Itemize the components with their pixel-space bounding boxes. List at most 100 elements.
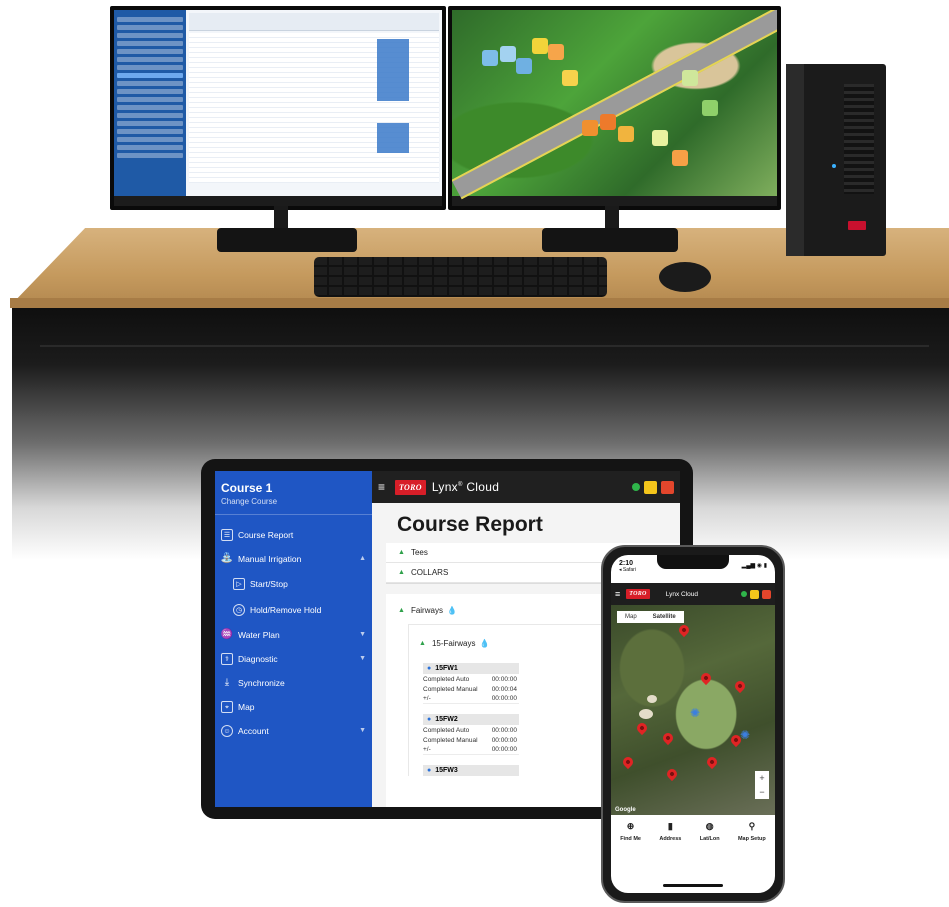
book-icon: ▮ xyxy=(667,821,673,831)
sidebar-item-diagnostic[interactable]: ⚕ Diagnostic ▼ xyxy=(215,647,372,671)
water-drop-icon: 💧 xyxy=(479,638,490,648)
page-title: Course Report xyxy=(397,513,543,536)
stat-row: Completed Auto 00:00:00 xyxy=(423,675,517,683)
sprinkler-pin[interactable] xyxy=(676,622,692,638)
satellite-map[interactable]: Map Satellite ✺ ✺ + − Google xyxy=(611,605,775,815)
zoom-out-button[interactable]: − xyxy=(755,785,769,799)
sprinkler-pin[interactable] xyxy=(660,730,676,746)
tab-satellite[interactable]: Satellite xyxy=(645,611,684,623)
station-card[interactable]: ● 15FW2 Completed Auto 00:00:00 Completed… xyxy=(423,714,519,755)
home-indicator xyxy=(663,884,723,887)
sub-area-label: 15-Fairways xyxy=(431,638,476,648)
hamburger-menu-icon[interactable]: ≡ xyxy=(615,589,620,599)
stat-row: +/- 00:00:00 xyxy=(423,695,519,704)
sidebar-item-label: Diagnostic xyxy=(238,654,278,664)
warning-status-icon[interactable] xyxy=(644,480,657,494)
user-icon: ☺ xyxy=(221,725,233,737)
left-monitor-stand xyxy=(217,228,357,252)
sprinkler-running-icon[interactable]: ✺ xyxy=(689,707,701,719)
connection-status-icon[interactable] xyxy=(741,591,747,597)
stat-row: +/- 00:00:00 xyxy=(423,746,519,755)
address-button[interactable]: ▮ Address xyxy=(659,821,681,842)
left-monitor xyxy=(110,6,446,210)
sprinkler-pin[interactable] xyxy=(698,670,714,686)
hamburger-menu-icon[interactable]: ≡ xyxy=(378,480,385,494)
desk-edge xyxy=(10,298,949,308)
course-map xyxy=(452,10,777,200)
expand-icon: ▲ xyxy=(398,606,405,614)
water-plan-icon: ♒ xyxy=(220,629,234,640)
globe-icon: ◍ xyxy=(705,821,714,831)
hand-stop-icon[interactable] xyxy=(762,589,771,599)
play-icon: ▷ xyxy=(233,578,245,590)
keyboard xyxy=(314,257,607,297)
course-selector[interactable]: Course 1 Change Course xyxy=(215,471,372,506)
sidebar-item-start-stop[interactable]: ▷ Start/Stop xyxy=(215,571,372,597)
sprinkler-running-icon[interactable]: ✺ xyxy=(739,729,751,741)
station-table xyxy=(189,33,439,183)
tab-map[interactable]: Map xyxy=(617,611,645,623)
map-credit: Google xyxy=(615,807,636,813)
sidebar-item-account[interactable]: ☺ Account ▼ xyxy=(215,719,372,743)
sync-icon: ⤓ xyxy=(224,677,230,688)
connection-status-icon[interactable] xyxy=(632,483,640,491)
app-sidebar: Course 1 Change Course ☰ Course Report ⛲… xyxy=(215,471,372,807)
tower-vents xyxy=(844,84,874,194)
sprinkler-icon: ⛲ xyxy=(220,553,234,564)
software-sidebar xyxy=(114,10,186,196)
sidebar-item-map[interactable]: ⌖ Map xyxy=(215,695,372,719)
stat-row: Completed Manual 00:00:00 xyxy=(423,736,517,744)
map-setup-button[interactable]: ⚲ Map Setup xyxy=(738,821,766,842)
right-monitor-stand xyxy=(542,228,678,252)
sidebar-item-label: Manual Irrigation xyxy=(238,554,302,564)
toro-logo: TORO xyxy=(395,479,426,495)
sprinkler-pin[interactable] xyxy=(732,678,748,694)
stat-row: Completed Auto 00:00:00 xyxy=(423,726,517,734)
sidebar-item-label: Water Plan xyxy=(238,630,280,640)
sprinkler-pin[interactable] xyxy=(664,766,680,782)
status-indicators xyxy=(741,589,771,599)
sprinkler-pin[interactable] xyxy=(634,720,650,736)
app-topbar: ≡ TORO Lynx® Cloud xyxy=(372,471,680,503)
sidebar-item-label: Account xyxy=(238,726,269,736)
chevron-down-icon: ▼ xyxy=(359,655,366,662)
clock-icon: ◷ xyxy=(233,604,245,616)
zoom-in-button[interactable]: + xyxy=(755,771,769,785)
bunker xyxy=(647,695,657,703)
pin-icon: ⚲ xyxy=(748,821,756,831)
find-me-button[interactable]: ⊕ Find Me xyxy=(620,821,641,842)
signal-icons: ▂▄▆ ◉ ▮ xyxy=(741,563,767,569)
station-header: ● 15FW2 xyxy=(423,714,519,725)
warning-status-icon[interactable] xyxy=(750,589,759,599)
cart-path xyxy=(452,10,777,200)
sidebar-divider xyxy=(215,514,372,515)
sidebar-item-synchronize[interactable]: ⤓ Synchronize xyxy=(215,671,372,695)
change-course-link[interactable]: Change Course xyxy=(221,497,366,506)
water-drop-icon: ● xyxy=(427,716,432,723)
area-label: COLLARS xyxy=(410,568,449,577)
sprinkler-pin[interactable] xyxy=(704,754,720,770)
sidebar-item-course-report[interactable]: ☰ Course Report xyxy=(215,523,372,547)
station-card[interactable]: ● 15FW3 xyxy=(423,765,519,776)
chevron-down-icon: ▼ xyxy=(359,631,366,638)
expand-icon: ▲ xyxy=(398,549,405,556)
expand-icon: ▲ xyxy=(398,569,405,576)
lat-lon-button[interactable]: ◍ Lat/Lon xyxy=(700,821,720,842)
software-toolbar xyxy=(189,13,439,31)
toro-logo: TORO xyxy=(626,589,650,599)
sidebar-item-water-plan[interactable]: ♒ Water Plan ▼ xyxy=(215,623,372,647)
irrigation-software-screen xyxy=(114,10,442,206)
course-title: Course 1 xyxy=(221,481,273,495)
right-monitor xyxy=(448,6,781,210)
sidebar-item-manual-irrigation[interactable]: ⛲ Manual Irrigation ▲ xyxy=(215,547,372,571)
sidebar-item-hold-remove-hold[interactable]: ◷ Hold/Remove Hold xyxy=(215,597,372,623)
sprinkler-pin[interactable] xyxy=(620,754,636,770)
area-label: Fairways xyxy=(410,605,443,615)
water-drop-icon: 💧 xyxy=(446,605,457,615)
station-card[interactable]: ● 15FW1 Completed Auto 00:00:00 Completed… xyxy=(423,663,519,704)
map-type-tabs: Map Satellite xyxy=(617,611,684,623)
phone-screen: 2:10 ◂ Safari ▂▄▆ ◉ ▮ ≡ TORO Lynx Cloud … xyxy=(611,555,775,893)
hand-stop-icon[interactable] xyxy=(661,480,674,494)
area-label: Tees xyxy=(410,548,428,557)
report-icon: ☰ xyxy=(221,529,233,541)
